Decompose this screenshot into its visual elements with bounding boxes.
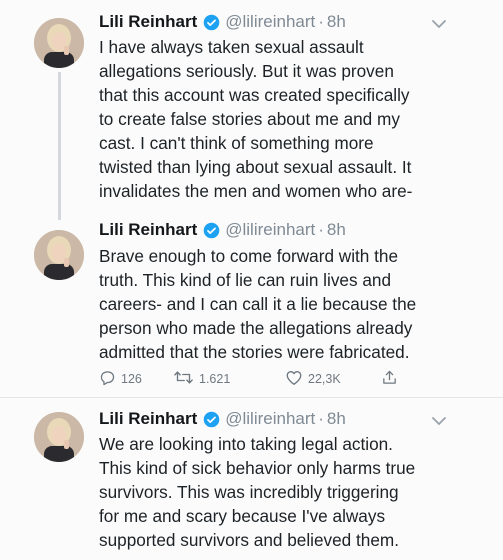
timestamp[interactable]: 8h (327, 409, 346, 429)
separator-dot: · (318, 220, 324, 239)
verified-badge-icon (203, 222, 220, 239)
share-button[interactable] (381, 369, 398, 389)
share-icon (381, 369, 398, 389)
author-name[interactable]: Lili Reinhart (99, 409, 197, 429)
reply-icon (99, 369, 116, 389)
tweet-1[interactable]: Lili Reinhart @lilireinhart · 8h I have … (0, 0, 503, 220)
tweet-text: We are looking into taking legal action.… (99, 434, 416, 550)
tweet-header: Lili Reinhart @lilireinhart · 8h (99, 407, 346, 431)
author-handle[interactable]: @lilireinhart (225, 12, 315, 32)
separator-dot: · (318, 12, 324, 31)
retweet-count: 1.621 (199, 372, 231, 386)
author-name[interactable]: Lili Reinhart (99, 12, 197, 32)
avatar[interactable] (34, 412, 84, 462)
tweet-header: Lili Reinhart @lilireinhart · 8h (99, 10, 346, 34)
chevron-down-icon[interactable] (431, 16, 449, 30)
avatar[interactable] (34, 230, 84, 280)
verified-badge-icon (203, 14, 220, 31)
chevron-down-icon[interactable] (431, 413, 449, 427)
verified-badge-icon (203, 411, 220, 428)
author-handle[interactable]: @lilireinhart (225, 220, 315, 240)
timestamp[interactable]: 8h (327, 12, 346, 32)
tweet-header: Lili Reinhart @lilireinhart · 8h (99, 218, 346, 242)
timestamp[interactable]: 8h (327, 220, 346, 240)
avatar[interactable] (34, 18, 84, 68)
like-count: 22,3K (308, 372, 341, 386)
tweet-text: Brave enough to come forward with the tr… (99, 246, 417, 362)
heart-icon (285, 369, 303, 389)
retweet-icon (173, 369, 194, 389)
thread-line (58, 72, 61, 220)
reply-count: 126 (121, 372, 142, 386)
reply-button[interactable]: 126 (99, 369, 167, 389)
separator-dot: · (318, 409, 324, 428)
retweet-button[interactable]: 1.621 (167, 369, 285, 389)
author-handle[interactable]: @lilireinhart (225, 409, 315, 429)
tweet-text: I have always taken sexual assault alleg… (99, 37, 413, 201)
like-button[interactable]: 22,3K (285, 369, 381, 389)
tweet-3[interactable]: Lili Reinhart @lilireinhart · 8h We are … (0, 398, 503, 560)
author-name[interactable]: Lili Reinhart (99, 220, 197, 240)
tweet-2[interactable]: Lili Reinhart @lilireinhart · 8h Brave e… (0, 218, 503, 402)
tweet-actions: 126 1.621 22,3K (99, 368, 398, 390)
